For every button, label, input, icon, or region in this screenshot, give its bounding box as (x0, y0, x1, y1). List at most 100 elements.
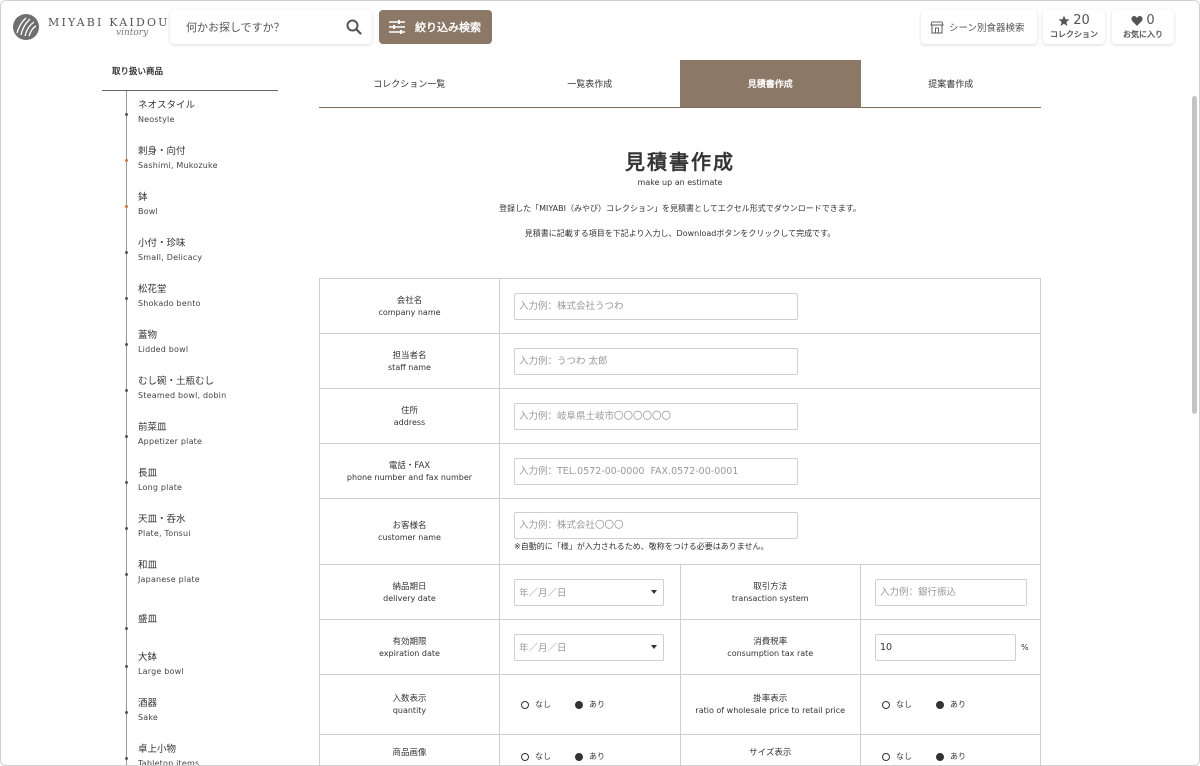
tab-collection-list[interactable]: コレクション一覧 (319, 60, 500, 107)
transaction-input[interactable] (875, 578, 1027, 606)
sidebar-item-sublabel: Neostyle (138, 115, 175, 124)
expiration-date-picker[interactable]: 年／月／日 (514, 633, 664, 661)
sidebar-item-appetizer[interactable]: 前菜皿 Appetizer plate (125, 421, 278, 467)
ratio-none-radio[interactable]: なし (882, 699, 912, 710)
image-none-radio[interactable]: なし (521, 751, 551, 762)
ratio-yes-radio[interactable]: あり (936, 699, 966, 710)
sidebar-item-sublabel: Lidded bowl (138, 345, 189, 354)
sidebar-item-label: ネオスタイル (138, 100, 196, 111)
shop-icon (930, 20, 944, 34)
sidebar-item-label: 天皿・呑水 (138, 514, 186, 525)
collection-button[interactable]: 20 コレクション (1043, 10, 1105, 44)
site-logo[interactable]: MIYABI KAIDOU vintory (12, 13, 170, 41)
field-label-en: address (393, 417, 426, 427)
collection-label: コレクション (1050, 30, 1098, 39)
search-input[interactable] (186, 11, 354, 43)
field-label: 住所 (400, 405, 418, 416)
scrollbar[interactable] (1192, 96, 1197, 414)
estimate-form: 会社名company name 担当者名staff name 住所address… (319, 278, 1041, 765)
size-yes-radio[interactable]: あり (936, 751, 966, 762)
radio-label: なし (896, 752, 912, 761)
sidebar-item-label: 小付・珍味 (138, 238, 186, 249)
customer-name-input[interactable] (514, 511, 798, 539)
field-label-en: transaction system (731, 593, 809, 603)
favorites-button[interactable]: 0 お気に入り (1112, 10, 1174, 44)
delivery-date-picker[interactable]: 年／月／日 (514, 578, 664, 606)
field-label: お客様名 (392, 521, 427, 531)
tab-bar: コレクション一覧 一覧表作成 見積書作成 提案書作成 (319, 60, 1041, 108)
radio-label: あり (950, 752, 966, 761)
form-row-quantity: 入数表示 quantity なし あり 掛率表示 ratio of wholesale… (320, 675, 1041, 735)
field-label-en: phone number and fax number (346, 472, 473, 482)
field-label-en: ratio of wholesale price to retail price (695, 706, 846, 715)
field-label: 商品画像 (392, 748, 427, 758)
sidebar-item-lidded[interactable]: 蓋物 Lidded bowl (125, 329, 278, 375)
sidebar-title: 取り扱い商品 (102, 61, 278, 91)
tab-create-proposal[interactable]: 提案書作成 (861, 60, 1042, 107)
image-yes-radio[interactable]: あり (575, 751, 605, 762)
sidebar-item-sashimi[interactable]: 刺身・向付 Sashimi, Mukozuke (125, 145, 278, 191)
sidebar-item-label: 大鉢 (138, 652, 158, 663)
sidebar-item-long-plate[interactable]: 長皿 Long plate (125, 467, 278, 513)
staff-name-input[interactable] (514, 347, 798, 375)
sidebar-item-bowl[interactable]: 鉢 Bowl (125, 191, 278, 237)
category-sidebar: 取り扱い商品 ネオスタイル Neostyle 刺身・向付 Sashimi, Muko… (102, 61, 278, 766)
sidebar-item-label: 蓋物 (138, 330, 158, 341)
collection-count: 20 (1073, 13, 1090, 28)
search-icon[interactable] (346, 19, 362, 35)
field-label: 入数表示 (392, 694, 427, 704)
form-row-phone: 電話・FAX phone number and fax number (320, 444, 1041, 499)
quantity-yes-radio[interactable]: あり (575, 699, 605, 710)
sidebar-item-label: 和皿 (138, 560, 158, 571)
sidebar-item-serving-plate[interactable]: 盛皿 (125, 605, 278, 651)
sidebar-item-sublabel: Steamed bowl, dobin (138, 391, 227, 400)
phone-fax-input[interactable] (514, 457, 798, 485)
sidebar-item-tabletop[interactable]: 卓上小物 Tabletop items (125, 743, 278, 766)
sidebar-item-tonsui[interactable]: 天皿・呑水 Plate, Tonsui (125, 513, 278, 559)
sidebar-item-label: 酒器 (138, 698, 158, 709)
form-row-address: 住所 address (320, 389, 1041, 444)
sidebar-item-sake[interactable]: 酒器 Sake (125, 697, 278, 743)
tab-create-estimate[interactable]: 見積書作成 (680, 60, 861, 107)
sidebar-item-japanese-plate[interactable]: 和皿 Japanese plate (125, 559, 278, 605)
sidebar-item-large-bowl[interactable]: 大鉢 Large bowl (125, 651, 278, 697)
form-row-image: 商品画像 なし あり サイズ表示 なし あり (320, 735, 1041, 765)
tab-create-list[interactable]: 一覧表作成 (500, 60, 681, 107)
sidebar-item-sublabel: Shokado bento (138, 299, 201, 308)
company-name-input[interactable] (514, 292, 798, 320)
sidebar-item-sublabel: Japanese plate (138, 575, 200, 584)
sidebar-item-label: 盛皿 (138, 614, 158, 625)
sidebar-item-sublabel: Sashimi, Mukozuke (138, 161, 218, 170)
sidebar-item-sublabel: Tabletop items (138, 759, 200, 766)
sidebar-item-label: むし碗・土瓶むし (138, 376, 215, 387)
address-input[interactable] (514, 402, 798, 430)
size-none-radio[interactable]: なし (882, 751, 912, 762)
search-box (170, 10, 372, 44)
favorites-label: お気に入り (1123, 30, 1163, 39)
field-label: 担当者名 (392, 350, 427, 361)
tax-rate-input[interactable] (875, 633, 1016, 661)
favorites-count: 0 (1146, 13, 1155, 28)
form-row-expiration: 有効期限 expiration date 年／月／日 消費税率 consumptio… (320, 620, 1041, 675)
page-title: 見積書作成 (625, 150, 735, 174)
sidebar-item-sublabel: Large bowl (138, 667, 184, 676)
sidebar-item-sublabel: Small, Delicacy (138, 253, 203, 262)
field-label-en: staff name (388, 362, 431, 372)
filter-search-label: 絞り込み検索 (415, 21, 481, 34)
sidebar-item-steamed[interactable]: むし碗・土瓶むし Steamed bowl, dobin (125, 375, 278, 421)
expiration-date-value: 年／月／日 (519, 643, 567, 654)
form-row-staff: 担当者名 staff name (320, 334, 1041, 389)
form-row-company: 会社名 company name (320, 279, 1041, 334)
radio-label: なし (535, 752, 551, 761)
sidebar-item-label: 刺身・向付 (138, 146, 186, 157)
field-label: 電話・FAX (388, 460, 431, 471)
sidebar-item-shokado[interactable]: 松花堂 Shokado bento (125, 283, 278, 329)
filter-search-button[interactable]: 絞り込み検索 (379, 10, 492, 44)
chevron-down-icon (651, 645, 657, 649)
scene-search-button[interactable]: シーン別食器検索 (921, 10, 1037, 44)
sidebar-item-neostyle[interactable]: ネオスタイル Neostyle (125, 99, 278, 145)
sidebar-item-small[interactable]: 小付・珍味 Small, Delicacy (125, 237, 278, 283)
quantity-none-radio[interactable]: なし (521, 699, 551, 710)
sidebar-item-label: 卓上小物 (138, 744, 177, 755)
scene-search-label: シーン別食器検索 (949, 23, 1025, 34)
